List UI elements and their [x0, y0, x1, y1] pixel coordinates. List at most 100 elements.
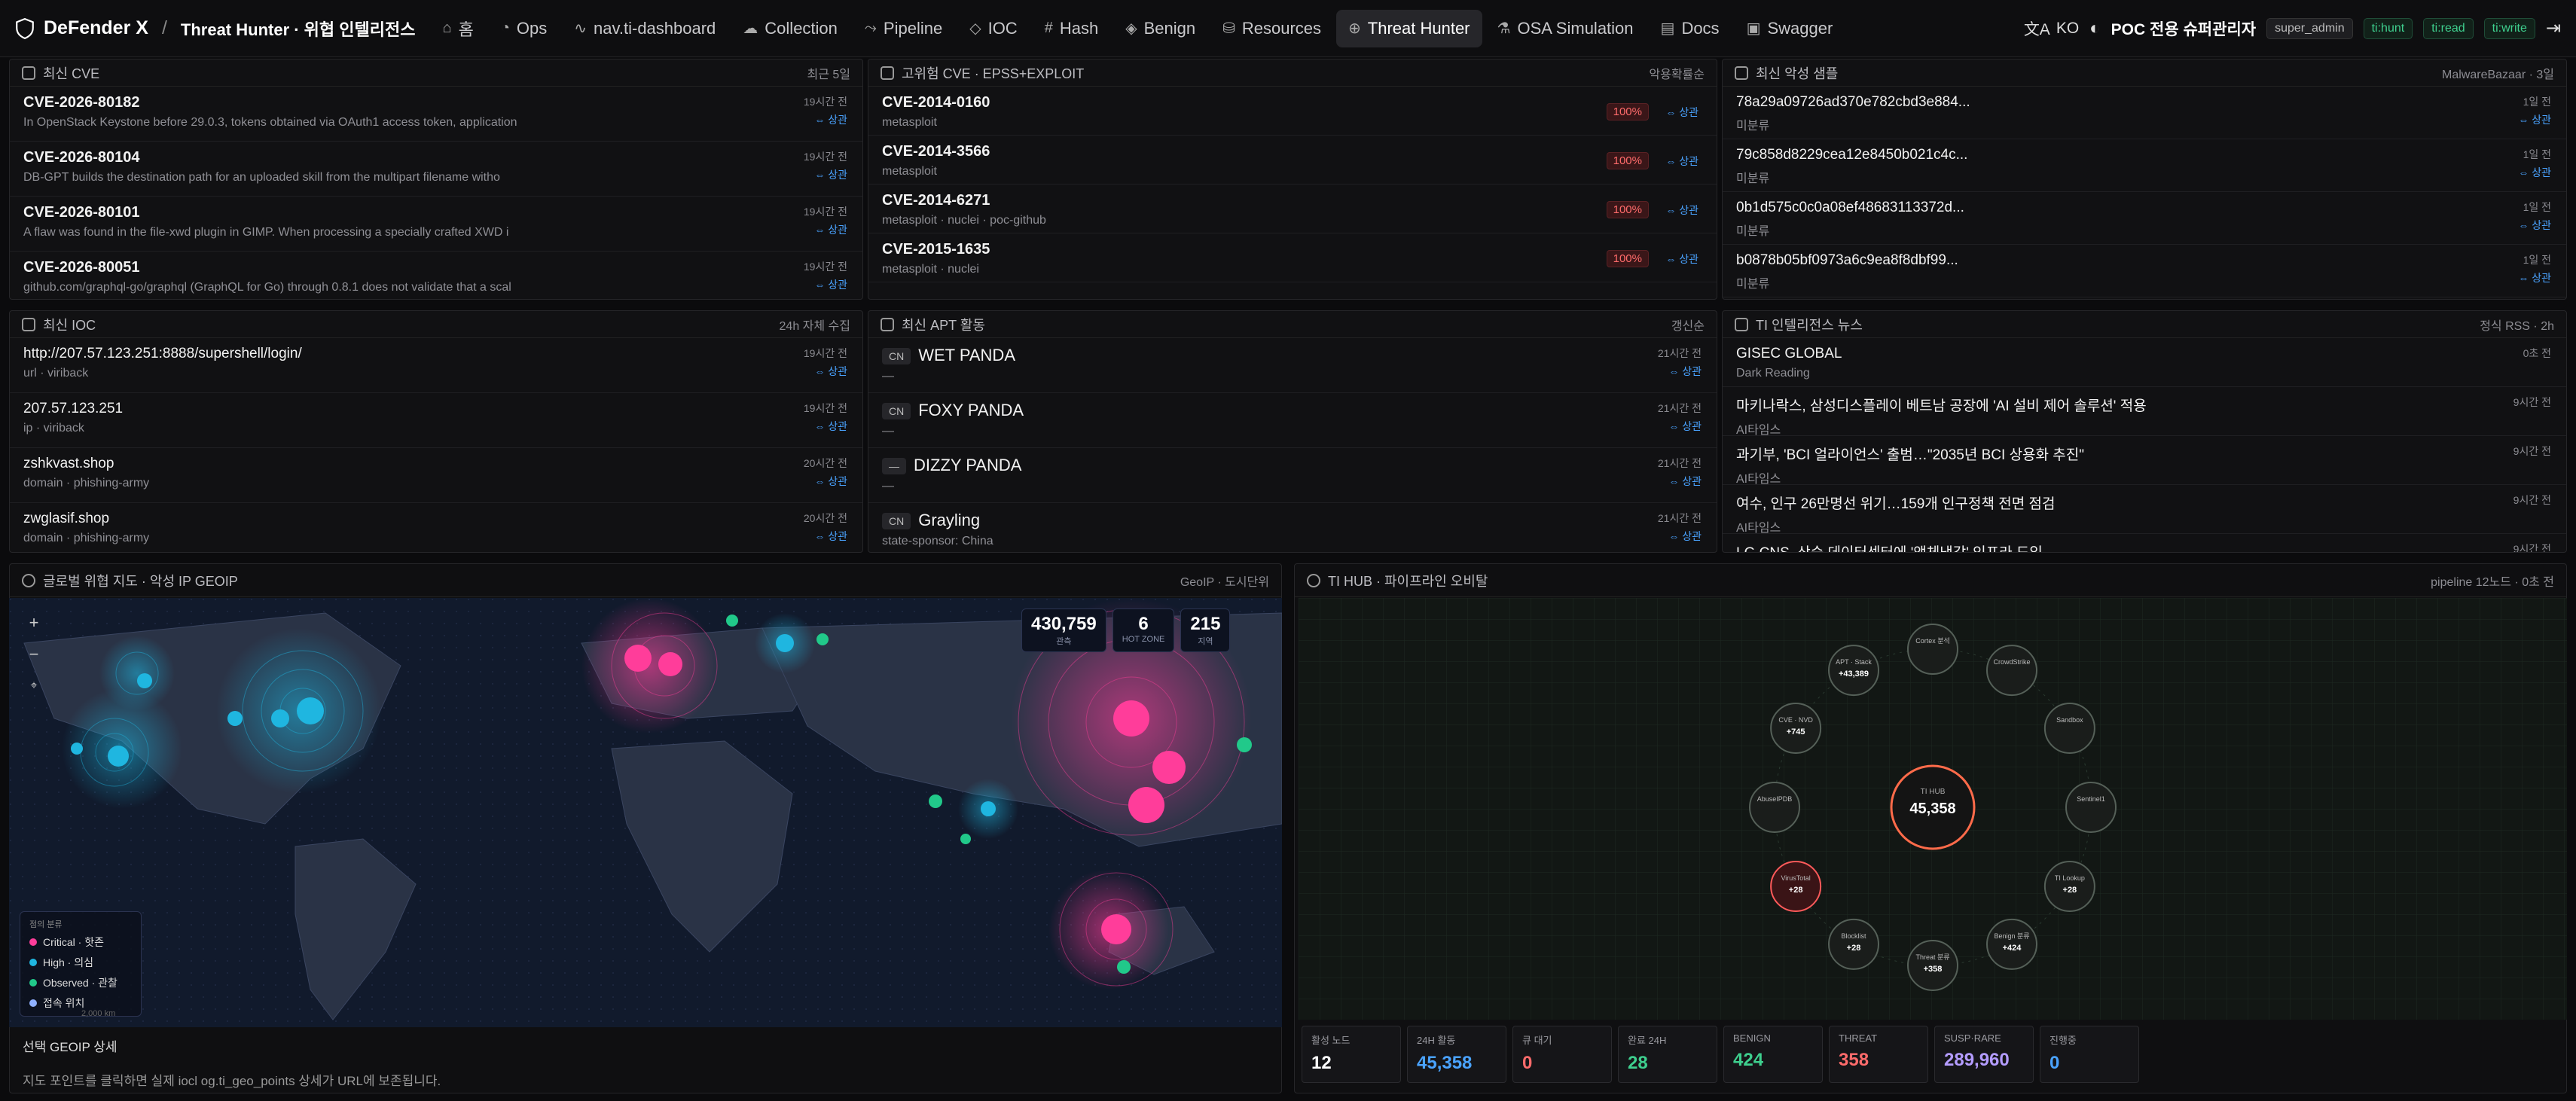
risk-cve-row[interactable]: CVE-2015-1635 metasploit · nuclei 100% ⇔ 상관 [868, 233, 1717, 282]
correlate-link[interactable]: ⇔ 상관 [2518, 165, 2551, 180]
nav-item[interactable]: ∿ nav.ti-dashboard [562, 10, 728, 47]
users-icon [881, 317, 894, 331]
pipeline-orbital[interactable]: TI HUB 45,358 Cortex 분석 CrowdStrike Sandbox S… [1299, 598, 2567, 1020]
correlate-link[interactable]: ⇔ 상관 [1665, 154, 1699, 169]
correlate-link[interactable]: ⇔ 상관 [814, 474, 847, 489]
sample-hash: 79c858d8229cea12e8450b021c4c... [1736, 147, 1968, 163]
correlate-link[interactable]: ⇔ 상관 [814, 529, 847, 544]
threat-map[interactable] [9, 598, 1282, 1027]
correlate-link[interactable]: ⇔ 상관 [814, 364, 847, 379]
nav-item[interactable]: ⊕ Threat Hunter [1336, 9, 1482, 47]
language-switcher[interactable]: 文A KO [2024, 17, 2079, 40]
pipeline-node[interactable]: Benign 분류 +424 [1986, 918, 2037, 970]
brand[interactable]: DeFender X / Threat Hunter · 위협 인텔리전스 [15, 17, 415, 41]
cve-id: CVE-2014-6271 [882, 192, 990, 209]
nav-item[interactable]: # Hash [1033, 10, 1110, 47]
correlate-link[interactable]: ⇔ 상관 [1668, 529, 1702, 544]
pipeline-node[interactable]: TI Lookup +28 [2043, 861, 2095, 912]
hub-stat: 완료 24H 28 [1618, 1026, 1717, 1083]
correlate-link[interactable]: ⇔ 상관 [2518, 112, 2551, 127]
row-time: 19시간 전 [803, 206, 847, 218]
pipeline-node[interactable]: Blocklist +28 [1828, 918, 1879, 970]
risk-cve-row[interactable]: CVE-2014-3566 metasploit 100% ⇔ 상관 [868, 136, 1717, 185]
correlate-link[interactable]: ⇔ 상관 [1668, 364, 1702, 379]
pipeline-node[interactable]: APT · Stack +43,389 [1828, 645, 1879, 697]
pipeline-node[interactable]: Sentinel1 [2065, 782, 2117, 833]
pipeline-node[interactable]: Threat 분류 +358 [1907, 940, 1958, 991]
nav-label: Docs [1681, 18, 1720, 38]
correlate-link[interactable]: ⇔ 상관 [814, 277, 847, 292]
correlate-link[interactable]: ⇔ 상관 [1665, 203, 1699, 218]
link-label: 상관 [828, 365, 847, 377]
apt-name: DIZZY PANDA [914, 456, 1022, 474]
news-row[interactable]: LG CNS, 상승 데이터센터에 '액체냉각' 인프라 도입 9시간 전 [1723, 534, 2566, 552]
correlate-link[interactable]: ⇔ 상관 [1668, 474, 1702, 489]
ioc-row[interactable]: zshkvast.shop domain · phishing-army 20시간 … [10, 448, 862, 503]
apt-name-line: — DIZZY PANDA [882, 456, 1539, 475]
pipeline-node[interactable]: AbuseIPDB [1749, 782, 1800, 833]
link-label: 상관 [1679, 155, 1699, 167]
news-row[interactable]: 여수, 인구 26만명선 위기…159개 인구정책 전면 점검 AI타임스 9시간 … [1723, 485, 2566, 535]
zoom-in-button[interactable]: + [23, 611, 45, 634]
correlate-link[interactable]: ⇔ 상관 [1665, 252, 1699, 267]
sample-hash: 78a29a09726ad370e782cbd3e884... [1736, 94, 1970, 110]
node-label: Benign 분류 [1994, 932, 2029, 940]
nav-item[interactable]: ⤳ Pipeline [853, 10, 954, 47]
pipeline-node[interactable]: VirusTotal +28 [1770, 861, 1822, 912]
pipeline-node[interactable]: CrowdStrike [1986, 645, 2037, 697]
node-value: +28 [1789, 886, 1803, 895]
link-label: 상관 [1679, 106, 1699, 118]
apt-row[interactable]: CN WET PANDA — 21시간 전 ⇔ 상관 [868, 338, 1717, 393]
correlate-link[interactable]: ⇔ 상관 [814, 112, 847, 127]
pipeline-node[interactable]: CVE · NVD +745 [1770, 703, 1822, 754]
nav-item[interactable]: ◈ Benign [1113, 10, 1207, 47]
correlate-link[interactable]: ⇔ 상관 [814, 167, 847, 182]
cve-desc: A flaw was found in the file-xwd plugin … [23, 226, 509, 239]
ioc-row[interactable]: 207.57.123.251 ip · viriback 19시간 전 ⇔ 상관 [10, 393, 862, 448]
nav-item[interactable]: ⚗ OSA Simulation [1485, 10, 1646, 47]
locate-icon[interactable]: ⌖ [23, 675, 45, 697]
pipeline-node[interactable]: Sandbox [2043, 703, 2095, 754]
risk-cve-row[interactable]: CVE-2014-6271 metasploit · nuclei · poc-g… [868, 185, 1717, 233]
correlate-link[interactable]: ⇔ 상관 [1665, 105, 1699, 120]
nav-item[interactable]: ☁ Collection [731, 10, 850, 47]
nav-item[interactable]: ⛁ Resources [1210, 10, 1333, 47]
cve-row[interactable]: CVE-2026-80051 github.com/graphql-go/grap… [10, 252, 862, 299]
sample-row[interactable]: 78a29a09726ad370e782cbd3e884... 미분류 1일 전 ⇔ … [1723, 87, 2566, 139]
nav-item[interactable]: ▤ Docs [1649, 10, 1732, 47]
apt-row[interactable]: CN FOXY PANDA — 21시간 전 ⇔ 상관 [868, 393, 1717, 448]
ioc-row[interactable]: http://207.57.123.251:8888/supershell/lo… [10, 338, 862, 393]
nav-item[interactable]: ⌂ 홈 [430, 10, 485, 47]
zoom-out-button[interactable]: − [23, 643, 45, 666]
sample-row[interactable]: 79c858d8229cea12e8450b021c4c... 미분류 1일 전 ⇔ … [1723, 139, 2566, 192]
news-row[interactable]: 마키나락스, 삼성디스플레이 베트남 공장에 'AI 설비 제어 솔루션' 적용… [1723, 387, 2566, 437]
risk-cve-row[interactable]: CVE-2014-0160 metasploit 100% ⇔ 상관 [868, 87, 1717, 136]
pipeline-node[interactable]: Cortex 분석 [1907, 624, 1958, 675]
sample-row[interactable]: b0878b05bf0973a6c9ea8f8dbf99... 미분류 1일 전 ⇔ … [1723, 245, 2566, 297]
logout-icon[interactable]: ⇥ [2546, 17, 2561, 39]
theme-toggle-icon[interactable]: ◐ [2089, 18, 2101, 39]
nav-item[interactable]: ◇ IOC [957, 10, 1030, 47]
correlate-link[interactable]: ⇔ 상관 [1668, 419, 1702, 434]
cve-row[interactable]: CVE-2026-80104 DB-GPT builds the destinat… [10, 142, 862, 197]
node-value: +28 [2063, 886, 2077, 895]
cve-row[interactable]: CVE-2026-80101 A flaw was found in the fi… [10, 197, 862, 252]
bug-icon [1735, 66, 1748, 80]
news-row[interactable]: 과기부, 'BCI 얼라이언스' 출범…"2035년 BCI 상용화 추진" AI… [1723, 436, 2566, 486]
news-row[interactable]: GISEC GLOBAL Dark Reading 0초 전 [1723, 338, 2566, 387]
nav-item[interactable]: ◔ Ops [489, 10, 559, 47]
ioc-row[interactable]: zwglasif.shop domain · phishing-army 20시간 … [10, 503, 862, 552]
correlate-link[interactable]: ⇔ 상관 [814, 419, 847, 434]
cve-row[interactable]: CVE-2026-80182 In OpenStack Keystone befo… [10, 87, 862, 142]
correlate-link[interactable]: ⇔ 상관 [814, 222, 847, 237]
hub-center[interactable]: TI HUB 45,358 [1890, 764, 1976, 850]
panel-meta: 악용확률순 [1649, 68, 1705, 81]
apt-row[interactable]: — DIZZY PANDA — 21시간 전 ⇔ 상관 [868, 448, 1717, 503]
correlate-link[interactable]: ⇔ 상관 [2518, 270, 2551, 285]
panel-meta: MalwareBazaar · 3일 [2442, 68, 2554, 81]
correlate-link[interactable]: ⇔ 상관 [2518, 218, 2551, 233]
sample-row[interactable]: 0b1d575c0c0a08ef48683113372d... 미분류 1일 전 ⇔ … [1723, 192, 2566, 245]
apt-row[interactable]: CN Grayling state-sponsor: China 21시간 전 ⇔ 상관 [868, 503, 1717, 552]
nav-item[interactable]: ▣ Swagger [1735, 10, 1845, 47]
link-icon: ⇔ [1665, 253, 1680, 265]
